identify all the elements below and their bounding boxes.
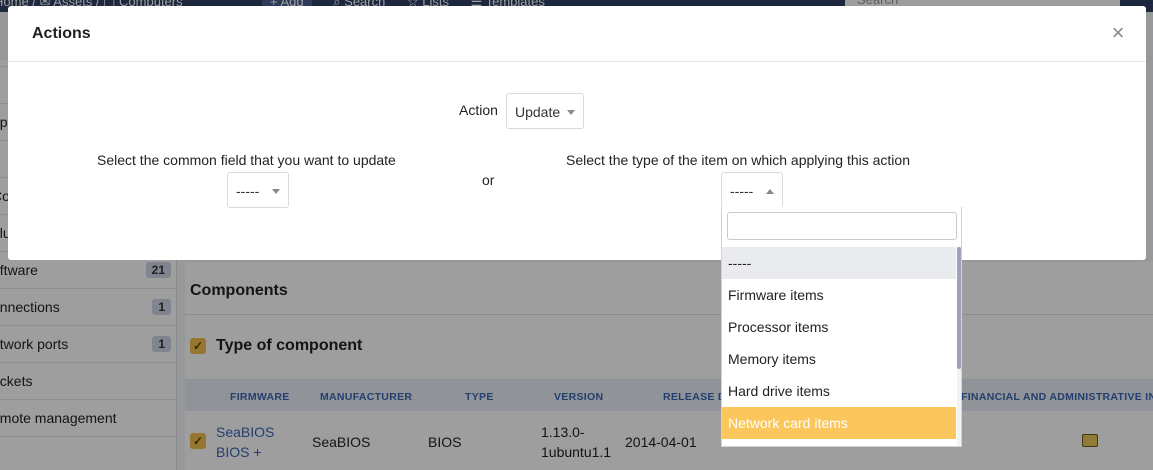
common-field-select-value: ----- [236, 183, 260, 199]
action-label: Action [459, 102, 498, 118]
dropdown-scrollbar[interactable] [957, 247, 961, 446]
dropdown-option[interactable]: Firmware items [722, 279, 956, 311]
dropdown-option[interactable]: Memory items [722, 343, 956, 375]
close-icon[interactable]: × [1108, 22, 1128, 44]
modal-title: Actions [32, 25, 91, 42]
modal-header: Actions × [8, 6, 1146, 62]
item-type-dropdown: ----- Firmware items Processor items Memory… [721, 207, 962, 447]
item-type-select-value: ----- [730, 183, 754, 199]
item-type-select[interactable]: ----- [721, 172, 783, 208]
common-field-label: Select the common field that you want to… [97, 152, 396, 168]
chevron-down-icon [272, 189, 280, 194]
chevron-down-icon [567, 110, 575, 115]
dropdown-option[interactable]: Network card items [722, 407, 956, 439]
action-select[interactable]: Update [506, 93, 584, 129]
dropdown-option[interactable]: Hard drive items [722, 375, 956, 407]
chevron-up-icon [766, 189, 774, 194]
dropdown-option[interactable]: ----- [722, 247, 956, 279]
or-label: or [482, 172, 495, 188]
dropdown-option[interactable]: Processor items [722, 311, 956, 343]
scrollbar-thumb[interactable] [957, 247, 961, 369]
actions-modal: Actions × Action Update Select the commo… [8, 6, 1146, 260]
action-select-value: Update [515, 104, 561, 120]
common-field-select[interactable]: ----- [227, 172, 289, 208]
item-type-label: Select the type of the item on which app… [566, 152, 910, 168]
dropdown-search-input[interactable] [727, 212, 957, 240]
